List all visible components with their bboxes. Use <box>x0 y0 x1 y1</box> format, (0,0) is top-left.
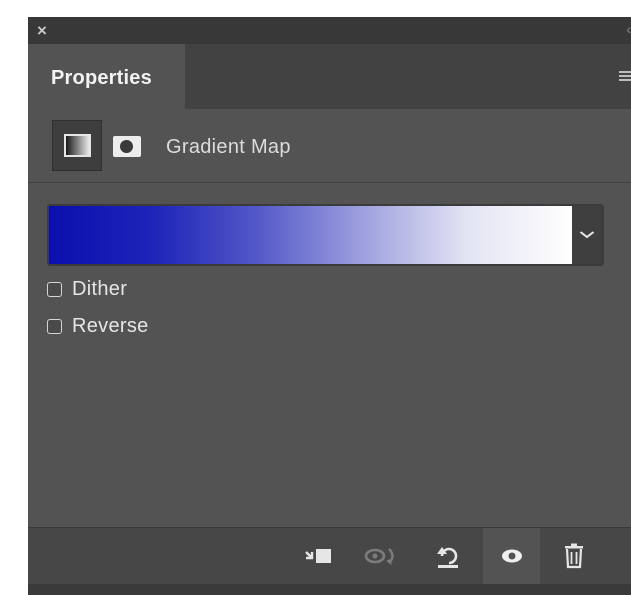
reset-adjustments-icon <box>437 547 458 568</box>
gradient-picker[interactable] <box>47 204 604 266</box>
tab-properties-label: Properties <box>51 67 152 89</box>
gradient-map-adjustment-icon[interactable] <box>52 120 102 171</box>
reverse-label: Reverse <box>72 314 149 337</box>
view-previous-state-icon <box>364 548 394 565</box>
header-divider <box>28 182 631 183</box>
clip-to-layer-icon <box>305 549 331 563</box>
collapse-panel-icon[interactable]: ‹ <box>626 22 631 36</box>
delete-layer-button[interactable] <box>552 528 596 584</box>
dither-label: Dither <box>72 277 128 300</box>
panel-menu-icon[interactable] <box>619 71 631 83</box>
close-panel-button[interactable]: × <box>37 22 47 39</box>
reset-adjustments-button[interactable] <box>426 528 470 584</box>
toggle-visibility-button[interactable] <box>483 528 540 584</box>
dither-option[interactable]: Dither <box>47 277 127 301</box>
tab-properties[interactable]: Properties <box>28 44 185 110</box>
delete-layer-icon <box>565 543 583 569</box>
reverse-option[interactable]: Reverse <box>47 314 149 338</box>
reverse-checkbox[interactable] <box>47 318 62 334</box>
panel-bottom-edge <box>28 584 631 595</box>
toggle-visibility-icon <box>501 549 522 563</box>
view-previous-state-button[interactable] <box>361 528 405 584</box>
chevron-down-icon <box>579 231 595 239</box>
clip-to-layer-button[interactable] <box>298 528 342 584</box>
panel-title-bar: × ‹ <box>28 17 631 44</box>
dither-checkbox[interactable] <box>47 281 62 297</box>
gradient-preview-bar[interactable] <box>49 206 572 264</box>
adjustment-header: Gradient Map <box>28 109 631 182</box>
panel-bottom-toolbar <box>28 527 631 584</box>
adjustment-title: Gradient Map <box>166 136 291 158</box>
layer-mask-icon[interactable] <box>113 136 141 157</box>
properties-panel: × ‹ Properties Gradient Map Dither Rever… <box>28 17 631 595</box>
gradient-dropdown-button[interactable] <box>572 206 602 264</box>
